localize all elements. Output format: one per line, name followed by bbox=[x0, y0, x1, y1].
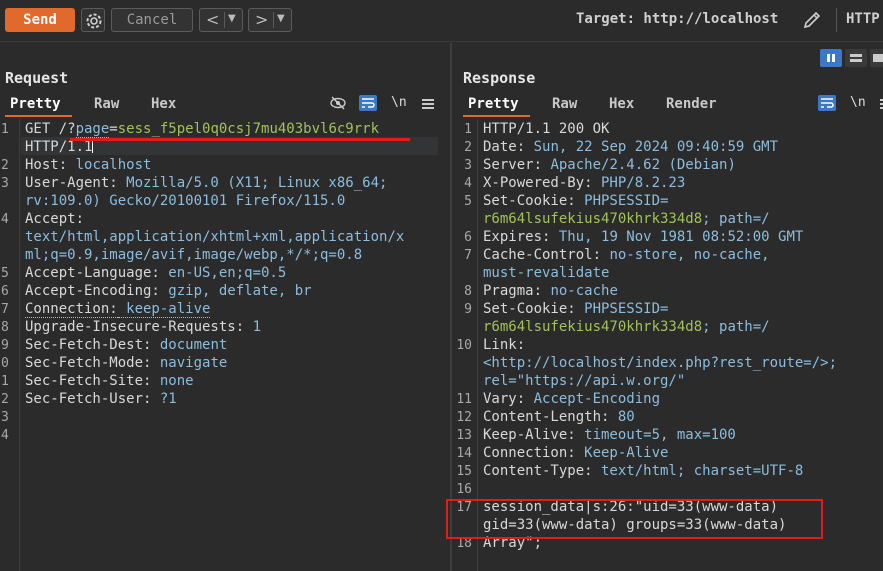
request-panel: Request Pretty Raw Hex \n 1 2 3 4 5 6 7 … bbox=[0, 43, 450, 571]
http-version-label[interactable]: HTTP bbox=[846, 11, 880, 27]
header-link: Link: bbox=[483, 337, 526, 353]
view-side-by-side-button[interactable] bbox=[820, 49, 842, 67]
tab-pretty[interactable]: Pretty bbox=[10, 96, 61, 112]
header-user-agent: User-Agent: Mozilla/5.0 (X11; Linux x86_… bbox=[25, 175, 388, 191]
header-pragma: Pragma: no-cache bbox=[483, 283, 618, 299]
header-set-cookie-2: Set-Cookie: PHPSESSID= bbox=[483, 301, 669, 317]
header-set-cookie: Set-Cookie: PHPSESSID= bbox=[483, 193, 669, 209]
header-link-cont2: rel="https://api.w.org/" bbox=[483, 373, 686, 389]
header-keep-alive: Keep-Alive: timeout=5, max=100 bbox=[483, 427, 736, 443]
header-server: Server: Apache/2.4.62 (Debian) bbox=[483, 157, 736, 173]
highlight-underline bbox=[70, 138, 410, 141]
status-line: HTTP/1.1 200 OK bbox=[483, 121, 610, 137]
line-number-gutter: 1 2 3 4 5 6 7 8 9 0 1 2 3 4 bbox=[0, 119, 20, 571]
request-editor[interactable]: 1 2 3 4 5 6 7 8 9 0 1 2 3 4 GET /?page=s… bbox=[0, 119, 450, 571]
header-vary: Vary: Accept-Encoding bbox=[483, 391, 661, 407]
forward-nav-button[interactable]: > ▼ bbox=[248, 8, 292, 32]
tab-hex[interactable]: Hex bbox=[609, 96, 634, 112]
target-label: Target: http://localhost bbox=[576, 11, 779, 27]
header-content-type: Content-Type: text/html; charset=UTF-8 bbox=[483, 463, 804, 479]
tab-hex[interactable]: Hex bbox=[151, 96, 176, 112]
header-content-length: Content-Length: 80 bbox=[483, 409, 635, 425]
back-nav-button[interactable]: < ▼ bbox=[199, 8, 243, 32]
view-stacked-button[interactable] bbox=[845, 49, 867, 67]
tab-pretty[interactable]: Pretty bbox=[468, 96, 519, 112]
response-title: Response bbox=[463, 69, 536, 87]
eye-slash-icon[interactable] bbox=[329, 95, 347, 111]
header-sec-fetch-site: Sec-Fetch-Site: none bbox=[25, 373, 194, 389]
header-user-agent-cont: rv:109.0) Gecko/20100101 Firefox/115.0 bbox=[25, 193, 346, 209]
header-set-cookie-2-cont: r6m64lsufekius470khrk334d8; path=/ bbox=[483, 319, 770, 335]
cancel-button[interactable]: Cancel bbox=[111, 8, 193, 32]
toolbar-divider bbox=[836, 8, 837, 32]
header-accept-language: Accept-Language: en-US,en;q=0.5 bbox=[25, 265, 287, 281]
active-tab-indicator bbox=[463, 115, 530, 117]
chevron-left-icon: < bbox=[206, 10, 220, 29]
wrap-icon bbox=[362, 98, 375, 108]
header-host: Host: localhost bbox=[25, 157, 152, 173]
chevron-right-icon: > bbox=[255, 10, 269, 29]
wrap-icon bbox=[821, 98, 834, 108]
header-connection: Connection: Keep-Alive bbox=[483, 445, 669, 461]
header-accept-cont1: text/html,application/xhtml+xml,applicat… bbox=[25, 229, 405, 245]
header-sec-fetch-user: Sec-Fetch-User: ?1 bbox=[25, 391, 177, 407]
header-link-cont1: <http://localhost/index.php?rest_route=/… bbox=[483, 355, 838, 371]
split-view-icon bbox=[820, 49, 883, 69]
header-accept-cont2: ml;q=0.9,image/avif,image/webp,*/*;q=0.8 bbox=[25, 247, 363, 263]
settings-button[interactable] bbox=[81, 8, 105, 32]
request-title: Request bbox=[5, 69, 69, 87]
header-x-powered-by: X-Powered-By: PHP/8.2.23 bbox=[483, 175, 686, 191]
newline-toggle[interactable]: \n bbox=[391, 95, 407, 110]
wrap-toggle-button[interactable] bbox=[359, 95, 377, 111]
header-connection: Connection: keep-alive bbox=[25, 301, 211, 318]
header-accept: Accept: bbox=[25, 211, 85, 227]
tab-render[interactable]: Render bbox=[666, 96, 717, 112]
header-cache-control-cont: must-revalidate bbox=[483, 265, 610, 281]
gear-icon bbox=[86, 13, 102, 29]
tab-raw[interactable]: Raw bbox=[552, 96, 577, 112]
header-date: Date: Sun, 22 Sep 2024 09:40:59 GMT bbox=[483, 139, 779, 155]
header-upgrade-insecure: Upgrade-Insecure-Requests: 1 bbox=[25, 319, 262, 335]
header-accept-encoding: Accept-Encoding: gzip, deflate, br bbox=[25, 283, 312, 299]
active-tab-indicator bbox=[5, 115, 72, 117]
tab-raw[interactable]: Raw bbox=[94, 96, 119, 112]
response-panel: Response Pretty Raw Hex Render \n 1 2 3 … bbox=[452, 43, 883, 571]
newline-toggle[interactable]: \n bbox=[850, 95, 866, 110]
header-sec-fetch-dest: Sec-Fetch-Dest: document bbox=[25, 337, 228, 353]
header-expires: Expires: Thu, 19 Nov 1981 08:52:00 GMT bbox=[483, 229, 804, 245]
send-button[interactable]: Send bbox=[5, 8, 75, 32]
wrap-toggle-button[interactable] bbox=[818, 95, 836, 111]
highlight-box bbox=[446, 499, 823, 539]
view-tabs-button[interactable] bbox=[870, 49, 883, 67]
chevron-down-icon[interactable]: ▼ bbox=[277, 13, 285, 24]
chevron-down-icon[interactable]: ▼ bbox=[228, 13, 236, 24]
header-cache-control: Cache-Control: no-store, no-cache, bbox=[483, 247, 770, 263]
pencil-icon[interactable] bbox=[801, 9, 823, 31]
top-toolbar: Send Cancel < ▼ > ▼ Target: http://local… bbox=[0, 0, 883, 42]
header-sec-fetch-mode: Sec-Fetch-Mode: navigate bbox=[25, 355, 228, 371]
header-set-cookie-cont: r6m64lsufekius470khrk334d8; path=/ bbox=[483, 211, 770, 227]
menu-icon[interactable] bbox=[422, 99, 434, 111]
request-line: GET /?page=sess_f5pel0q0csj7mu403bvl6c9r… bbox=[25, 121, 380, 138]
